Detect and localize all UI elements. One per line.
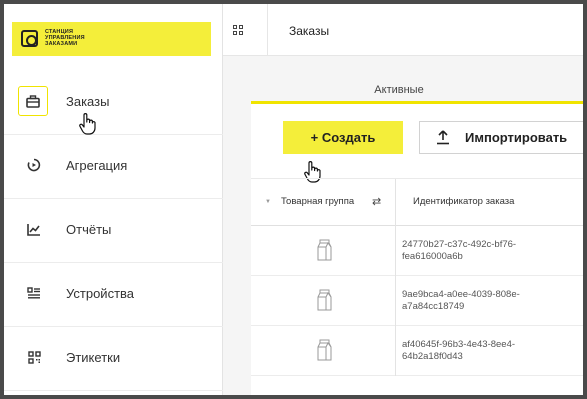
device-icon (24, 283, 44, 303)
logo[interactable]: СТАНЦИЯ УПРАВЛЕНИЯ ЗАКАЗАМИ (12, 22, 211, 56)
header: Заказы (223, 4, 583, 56)
table-row[interactable]: 9ae9bca4-a0ee-4039-808e-a7a84cc18749 (251, 276, 583, 326)
safe-icon (21, 30, 38, 47)
order-id-cell[interactable]: 24770b27-c37c-492c-bf76-fea616000a6b (402, 239, 552, 263)
logo-line: ЗАКАЗАМИ (45, 41, 78, 47)
column-header-order-id[interactable]: Идентификатор заказа (413, 179, 514, 225)
briefcase-icon (18, 86, 48, 116)
tab-active[interactable]: Активные (251, 84, 547, 96)
sidebar-item-label: Устройства (66, 286, 135, 301)
chart-icon (24, 219, 44, 239)
table-row[interactable]: af40645f-96b3-4e43-8ee4-64b2a18f0d43 (251, 326, 583, 376)
create-button[interactable]: + Создать (283, 121, 403, 154)
import-button[interactable]: Импортировать (419, 121, 583, 154)
column-header-product-group[interactable]: ▼ Товарная группа ⇄ (251, 179, 396, 227)
milk-carton-icon (317, 339, 332, 361)
sidebar-item-label: Этикетки (66, 350, 121, 365)
sidebar-item-aggregation[interactable]: Агрегация (4, 135, 223, 199)
sidebar-item-reports[interactable]: Отчёты (4, 199, 223, 263)
sort-arrow-icon[interactable]: ▼ (265, 199, 271, 205)
sidebar-item-devices[interactable]: Устройства (4, 263, 223, 327)
table-header: ▼ Товарная группа ⇄ Идентификатор заказа (251, 178, 583, 227)
import-button-label: Импортировать (465, 130, 568, 145)
hand-cursor-icon (79, 113, 96, 135)
sidebar: СТАНЦИЯ УПРАВЛЕНИЯ ЗАКАЗАМИ Заказы Агрег… (4, 4, 223, 395)
filter-icon[interactable]: ⇄ (372, 179, 381, 225)
column-header-label: Товарная группа (281, 196, 355, 207)
header-divider (267, 4, 268, 56)
order-id-cell[interactable]: 9ae9bca4-a0ee-4039-808e-a7a84cc18749 (402, 289, 552, 313)
orders-panel: + Создать Импортировать ▼ Товарная групп… (251, 104, 583, 395)
product-group-cell (251, 276, 396, 326)
milk-carton-icon (317, 239, 332, 261)
product-group-cell (251, 326, 396, 376)
app-window: СТАНЦИЯ УПРАВЛЕНИЯ ЗАКАЗАМИ Заказы Агрег… (0, 0, 587, 399)
sidebar-item-label: Заказы (66, 94, 110, 109)
aggregation-icon (24, 155, 44, 175)
order-id-cell[interactable]: af40645f-96b3-4e43-8ee4-64b2a18f0d43 (402, 339, 552, 363)
product-group-cell (251, 226, 396, 276)
sidebar-item-labels[interactable]: Этикетки (4, 327, 223, 391)
sidebar-item-label: Отчёты (66, 222, 112, 237)
qr-icon (24, 347, 44, 367)
logo-text: СТАНЦИЯ УПРАВЛЕНИЯ ЗАКАЗАМИ (45, 29, 85, 47)
sidebar-item-orders[interactable]: Заказы (4, 71, 223, 135)
table-row[interactable]: 24770b27-c37c-492c-bf76-fea616000a6b (251, 226, 583, 276)
milk-carton-icon (317, 289, 332, 311)
tabs-bar: Активные (251, 82, 583, 104)
apps-grid-icon[interactable] (233, 25, 244, 36)
sidebar-item-label: Агрегация (66, 158, 128, 173)
page-title: Заказы (289, 24, 330, 38)
upload-icon (437, 130, 449, 145)
